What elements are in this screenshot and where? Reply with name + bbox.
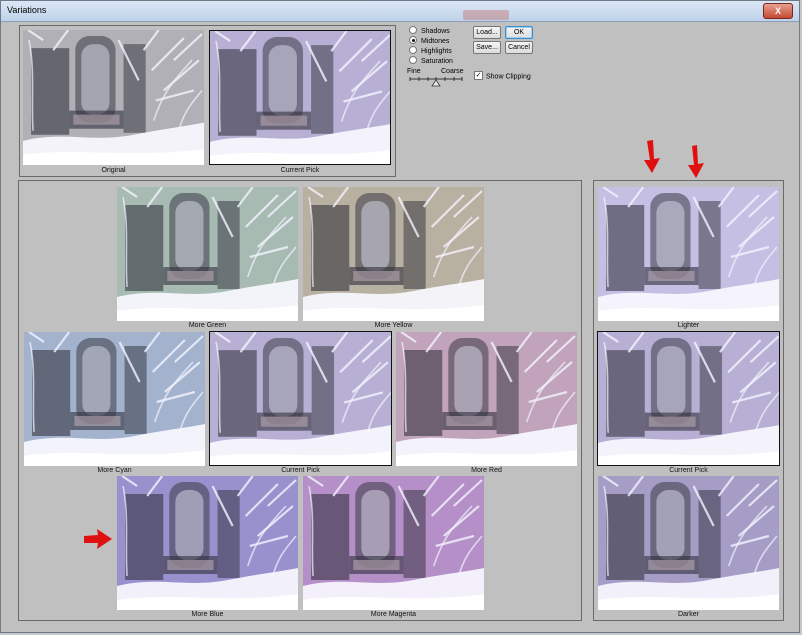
more-yellow-thumbnail-image bbox=[303, 187, 484, 321]
current-pick-brightness-thumbnail-image bbox=[598, 332, 779, 465]
more-magenta-thumbnail[interactable] bbox=[303, 476, 484, 610]
more-cyan-thumbnail-image bbox=[24, 332, 205, 466]
radio-saturation-dot bbox=[409, 56, 417, 65]
radio-highlights-label: Highlights bbox=[421, 48, 452, 55]
more-yellow-thumbnail[interactable] bbox=[303, 187, 484, 321]
annotation-arrow-more-blue bbox=[84, 529, 112, 549]
current-pick-brightness-caption: Current Pick bbox=[669, 467, 708, 474]
radio-midtones-label: Midtones bbox=[421, 38, 450, 45]
more-blue-thumbnail-image bbox=[117, 476, 298, 610]
show-clipping-box: ✓ bbox=[474, 71, 483, 80]
more-green-caption: More Green bbox=[188, 322, 227, 329]
fine-label: Fine bbox=[407, 68, 421, 75]
annotation-arrow-lighter-right bbox=[688, 145, 704, 178]
radio-midtones[interactable]: Midtones bbox=[409, 36, 450, 47]
darker-thumbnail-image bbox=[598, 476, 779, 610]
current-pick-center-caption: Current Pick bbox=[281, 467, 320, 474]
fine-coarse-slider[interactable] bbox=[407, 76, 465, 88]
more-magenta-caption: More Magenta bbox=[370, 611, 417, 618]
darker-caption: Darker bbox=[677, 611, 699, 618]
ok-button[interactable]: OK bbox=[505, 26, 533, 39]
load-button[interactable]: Load... bbox=[473, 26, 501, 39]
radio-highlights[interactable]: Highlights bbox=[409, 46, 452, 57]
lighter-caption: Lighter bbox=[677, 322, 700, 329]
radio-shadows[interactable]: Shadows bbox=[409, 26, 450, 37]
close-button[interactable]: X bbox=[763, 3, 793, 19]
darker-thumbnail[interactable] bbox=[598, 476, 779, 610]
variations-dialog: Variations X Original Current Pick Shado… bbox=[0, 0, 800, 633]
original-thumbnail-image bbox=[23, 30, 204, 165]
cancel-button[interactable]: Cancel bbox=[505, 41, 533, 54]
slider-thumb bbox=[431, 79, 441, 87]
current-pick-center-thumbnail bbox=[209, 331, 392, 466]
radio-midtones-dot bbox=[409, 36, 417, 45]
window-title: Variations bbox=[7, 5, 47, 15]
more-cyan-thumbnail[interactable] bbox=[24, 332, 205, 466]
more-red-caption: More Red bbox=[471, 467, 502, 474]
save-button[interactable]: Save... bbox=[473, 41, 501, 54]
radio-shadows-dot bbox=[409, 26, 417, 35]
current-pick-preview-thumbnail bbox=[209, 30, 391, 165]
title-bar-ghost bbox=[463, 10, 509, 20]
more-cyan-caption: More Cyan bbox=[97, 467, 132, 474]
current-pick-center-thumbnail-image bbox=[210, 332, 391, 465]
radio-saturation[interactable]: Saturation bbox=[409, 56, 453, 67]
radio-saturation-label: Saturation bbox=[421, 58, 453, 65]
more-yellow-caption: More Yellow bbox=[374, 322, 413, 329]
more-blue-caption: More Blue bbox=[191, 611, 224, 618]
more-green-thumbnail-image bbox=[117, 187, 298, 321]
radio-shadows-label: Shadows bbox=[421, 28, 450, 35]
arrow-shape bbox=[84, 529, 112, 549]
current-pick-preview-thumbnail-image bbox=[210, 31, 390, 164]
radio-highlights-dot bbox=[409, 46, 417, 55]
show-clipping-label: Show Clipping bbox=[486, 73, 531, 81]
more-red-thumbnail-image bbox=[396, 332, 577, 466]
coarse-label: Coarse bbox=[441, 68, 464, 75]
arrow-shape bbox=[644, 140, 660, 173]
more-green-thumbnail[interactable] bbox=[117, 187, 298, 321]
current-pick-preview-caption: Current Pick bbox=[280, 167, 320, 174]
original-thumbnail bbox=[23, 30, 204, 165]
annotation-arrow-lighter-left bbox=[644, 140, 660, 173]
arrow-shape bbox=[688, 145, 704, 178]
more-magenta-thumbnail-image bbox=[303, 476, 484, 610]
current-pick-brightness-thumbnail bbox=[597, 331, 780, 466]
more-red-thumbnail[interactable] bbox=[396, 332, 577, 466]
lighter-thumbnail-image bbox=[598, 187, 779, 321]
title-bar: Variations X bbox=[1, 1, 799, 22]
lighter-thumbnail[interactable] bbox=[598, 187, 779, 321]
show-clipping-checkbox[interactable]: ✓ Show Clipping bbox=[474, 71, 531, 81]
original-caption: Original bbox=[101, 167, 126, 174]
more-blue-thumbnail[interactable] bbox=[117, 476, 298, 610]
